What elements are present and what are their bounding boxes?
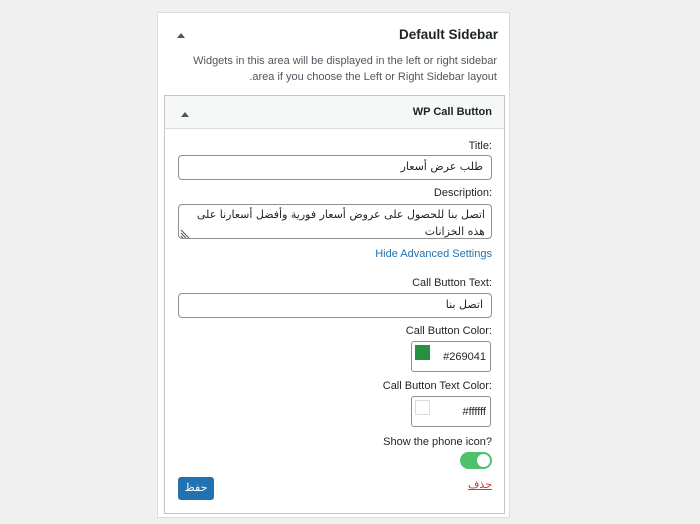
description-text: اتصل بنا للحصول على عروض أسعار فورية وأف…: [196, 208, 485, 238]
save-button[interactable]: حفظ: [178, 477, 214, 500]
description-label: Description:: [433, 187, 492, 199]
sidebar-header[interactable]: Default Sidebar: [158, 13, 509, 57]
color-swatch[interactable]: [415, 345, 430, 360]
toggle-knob: [477, 454, 490, 467]
call-button-text-input[interactable]: اتصل بنا: [178, 293, 492, 318]
widget-title: WP Call Button: [412, 106, 492, 118]
resize-grip-icon[interactable]: [180, 227, 190, 238]
delete-link[interactable]: حذف: [468, 478, 492, 491]
call-button-text-color-label: Call Button Text Color:: [382, 380, 492, 392]
title-input[interactable]: طلب عرض أسعار: [178, 155, 492, 180]
call-button-text-label: Call Button Text:: [412, 277, 492, 289]
triangle-up-icon[interactable]: [180, 107, 190, 117]
show-phone-icon-label: Show the phone icon?: [383, 436, 492, 448]
widget-header[interactable]: WP Call Button: [165, 96, 504, 129]
call-button-color-label: Call Button Color:: [405, 325, 492, 337]
default-sidebar-panel: Default Sidebar Widgets in this area wil…: [157, 12, 510, 518]
title-label: Title:: [468, 140, 492, 152]
call-button-color-picker[interactable]: #269041: [411, 341, 491, 372]
call-button-color-value: #269041: [443, 351, 486, 363]
color-swatch[interactable]: [415, 400, 430, 415]
wp-call-button-widget: WP Call Button Title: طلب عرض أسعار Desc…: [164, 95, 505, 514]
description-textarea[interactable]: اتصل بنا للحصول على عروض أسعار فورية وأف…: [178, 204, 492, 239]
show-phone-icon-toggle[interactable]: [460, 452, 492, 469]
sidebar-description: Widgets in this area will be displayed i…: [193, 55, 497, 83]
call-button-text-color-value: #ffffff: [462, 406, 486, 418]
sidebar-title: Default Sidebar: [398, 27, 498, 42]
call-button-text-color-picker[interactable]: #ffffff: [411, 396, 491, 427]
triangle-up-icon[interactable]: [176, 28, 186, 38]
hide-advanced-settings-link[interactable]: Hide Advanced Settings: [375, 248, 492, 260]
